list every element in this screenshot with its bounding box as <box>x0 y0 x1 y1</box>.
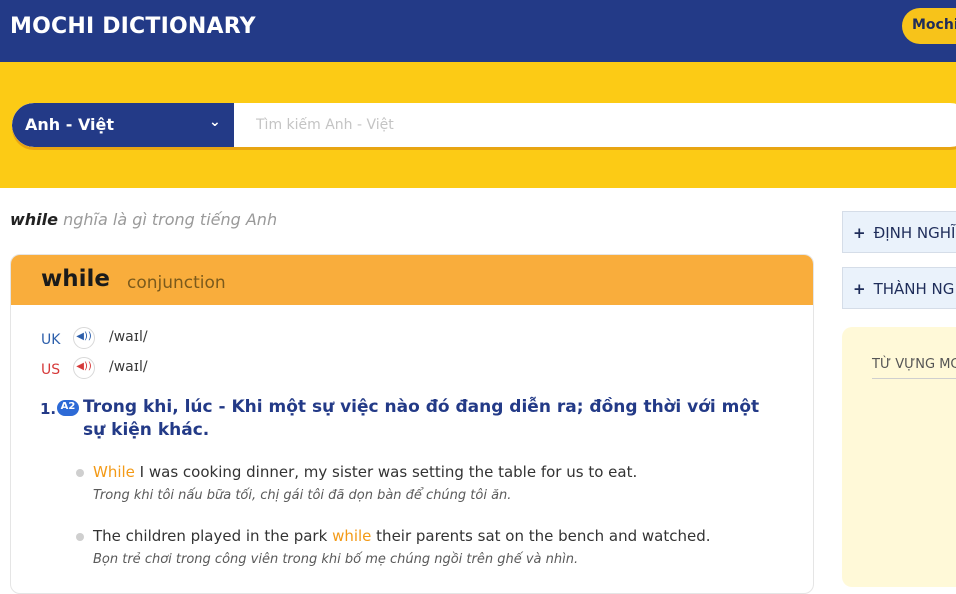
ipa-text: /waɪl/ <box>109 329 148 345</box>
language-label: Anh - Việt <box>25 115 115 134</box>
site-logo[interactable]: MOCHI DICTIONARY <box>10 14 256 39</box>
example-translation: Trong khi tôi nấu bữa tối, chị gái tôi đ… <box>93 488 512 503</box>
definition-number: 1. <box>40 400 57 418</box>
sidebar-item-idioms[interactable]: + THÀNH NG <box>842 267 956 309</box>
entry-header: while conjunction <box>11 255 813 305</box>
example-item: While I was cooking dinner, my sister wa… <box>76 463 793 503</box>
mochi-button[interactable]: Mochi <box>902 8 956 44</box>
plus-icon: + <box>853 280 866 298</box>
example-sentence: While I was cooking dinner, my sister wa… <box>93 463 793 481</box>
example-sentence: The children played in the park while th… <box>93 527 793 545</box>
example-rest: I was cooking dinner, my sister was sett… <box>134 463 638 481</box>
example-before: The children played in the park <box>93 527 333 545</box>
entry-word: while <box>41 266 110 292</box>
part-of-speech: conjunction <box>127 273 226 293</box>
region-label: US <box>41 362 61 378</box>
example-after: their parents sat on the bench and watch… <box>371 527 711 545</box>
example-keyword: While <box>93 463 135 481</box>
vocabulary-panel: TỪ VỰNG MC <box>842 327 956 587</box>
vocabulary-panel-title: TỪ VỰNG MC <box>872 357 956 379</box>
example-item: The children played in the park while th… <box>76 527 793 567</box>
speaker-icon[interactable]: ◀)) <box>73 357 95 379</box>
top-navbar: MOCHI DICTIONARY Mochi <box>0 0 956 62</box>
bullet-dot <box>76 469 84 477</box>
sidebar-item-definitions[interactable]: + ĐỊNH NGHĨ <box>842 211 956 253</box>
page-heading: while nghĩa là gì trong tiếng Anh <box>10 210 277 229</box>
language-select[interactable]: Anh - Việt ⌄ <box>12 103 234 147</box>
example-keyword: while <box>332 527 372 545</box>
definition-text: Trong khi, lúc - Khi một sự việc nào đó … <box>83 397 760 440</box>
meaning-suffix: nghĩa là gì trong tiếng Anh <box>63 210 278 229</box>
plus-icon: + <box>853 224 866 242</box>
example-translation: Bọn trẻ chơi trong công viên trong khi b… <box>93 552 579 567</box>
sidebar-item-label: THÀNH NG <box>873 280 955 298</box>
search-bar: Anh - Việt ⌄ <box>12 103 956 147</box>
query-word: while <box>10 210 58 229</box>
level-badge: A2 <box>57 400 79 416</box>
region-label: UK <box>41 332 61 348</box>
chevron-down-icon: ⌄ <box>209 114 221 130</box>
bullet-dot <box>76 533 84 541</box>
speaker-icon[interactable]: ◀)) <box>73 327 95 349</box>
search-input[interactable] <box>244 103 956 147</box>
ipa-text: /waɪl/ <box>109 359 148 375</box>
entry-card: while conjunction UK ◀)) /waɪl/ US ◀)) /… <box>10 254 814 594</box>
sidebar-item-label: ĐỊNH NGHĨ <box>873 224 956 242</box>
